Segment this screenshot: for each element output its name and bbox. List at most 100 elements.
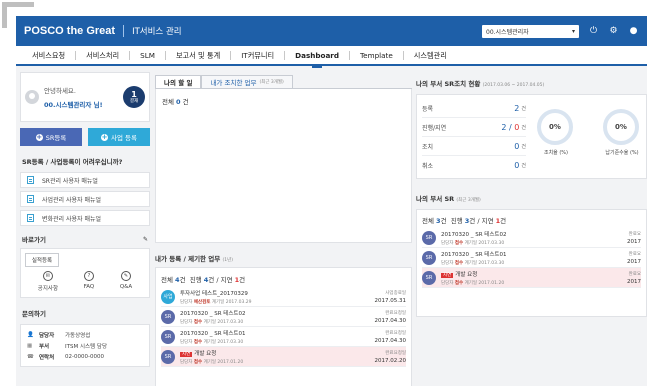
contact-value: ITSM 시스템 담당 bbox=[65, 343, 108, 350]
registered-item[interactable]: SR 20170320 _ SR 테스트01 담당자 접수 계기일 2017.0… bbox=[161, 327, 406, 347]
item-sub: 담당자 접수 계기일 2017.03.30 bbox=[441, 240, 505, 246]
contact-value: 02-0000-0000 bbox=[65, 353, 104, 360]
sr-type-icon: SR bbox=[161, 309, 175, 324]
menu-dashboard[interactable]: Dashboard bbox=[285, 50, 350, 68]
menu-reports[interactable]: 보고서 및 통계 bbox=[166, 50, 232, 60]
document-icon bbox=[27, 176, 34, 184]
stat-row: 취소 0건 bbox=[422, 161, 526, 170]
contact-key: 연락처 bbox=[39, 354, 55, 361]
person-icon: 👤 bbox=[27, 331, 34, 338]
shortcut-qna[interactable]: ✎ Q&A bbox=[120, 271, 132, 292]
item-date: 2017 bbox=[627, 278, 641, 285]
item-status: 완료요청일 bbox=[385, 350, 406, 356]
sr-type-icon: SR bbox=[161, 329, 175, 344]
item-date: 2017.02.20 bbox=[374, 357, 407, 364]
biz-register-button[interactable]: + 사업 등록 bbox=[88, 128, 150, 146]
chevron-down-icon: ▾ bbox=[571, 27, 575, 35]
contact-panel: 👤 담당자 가동상영섭 ▦ 부서 ITSM 시스템 담당 ☎ 연락처 02-00… bbox=[20, 324, 150, 367]
tab-my-done[interactable]: 내가 조치한 업무 (최근 3개월) bbox=[201, 75, 293, 88]
welcome-card: 안녕하세요. 00.시스템관리자 님! 1 결재 bbox=[20, 72, 150, 122]
tab-my-done-note: (최근 3개월) bbox=[259, 80, 284, 85]
menu-service-process[interactable]: 서비스처리 bbox=[76, 50, 131, 60]
sr-type-icon: SR bbox=[422, 270, 436, 285]
menu-slm[interactable]: SLM bbox=[130, 50, 166, 60]
tab-my-done-label: 내가 조치한 업무 bbox=[210, 79, 257, 87]
contact-row: ▦ 부서 ITSM 시스템 담당 bbox=[27, 340, 143, 351]
shortcut-label: Q&A bbox=[119, 284, 133, 290]
item-sub: 담당자 접수 계기일 2017.03.30 bbox=[180, 339, 244, 345]
sr-type-icon: SR bbox=[422, 250, 436, 265]
item-title: 20170320 _ SR 테스트01 bbox=[180, 330, 246, 337]
manual-link-sr[interactable]: SR관리 사용자 매뉴얼 bbox=[20, 172, 150, 188]
manual-link-biz[interactable]: 사업관리 사용자 매뉴얼 bbox=[20, 191, 150, 207]
contact-key: 담당자 bbox=[39, 332, 55, 339]
delay-tag: 지연 bbox=[180, 351, 193, 357]
stat-row: 등록 2건 bbox=[422, 99, 526, 118]
shortcut-label: FAQ bbox=[83, 284, 95, 290]
registered-item[interactable]: SR 20170320 _ SR 테스트02 담당자 접수 계기일 2017.0… bbox=[161, 307, 406, 327]
menu-it-community[interactable]: IT커뮤니티 bbox=[231, 50, 286, 60]
menu-system-admin[interactable]: 시스템관리 bbox=[404, 51, 457, 60]
dept-sr-item[interactable]: SR 20170320 _ SR 테스트02 담당자 접수 계기일 2017.0… bbox=[422, 228, 641, 248]
shortcut-label: 공지사항 bbox=[37, 286, 59, 292]
menu-service-request[interactable]: 서비스요청 bbox=[22, 50, 77, 60]
sr-type-icon: SR bbox=[422, 230, 436, 245]
brand-logo[interactable]: POSCO the Great bbox=[24, 25, 115, 37]
gear-icon[interactable]: ⚙ bbox=[608, 26, 619, 37]
document-icon bbox=[27, 195, 34, 203]
action-rate-gauge: 0% 조치율 (%) bbox=[537, 109, 575, 156]
item-date: 2017 bbox=[627, 258, 641, 265]
item-sub: 담당자 예산검토 계기일 2017.03.29 bbox=[180, 299, 252, 305]
item-title: 지연 개발 요청 bbox=[180, 350, 217, 357]
registered-item[interactable]: SR 지연 개발 요청 담당자 접수 계기일 2017.01.20 완료요청일 2… bbox=[161, 347, 406, 367]
manual-label: SR관리 사용자 매뉴얼 bbox=[42, 177, 98, 185]
item-status: 완료요 bbox=[628, 271, 641, 277]
user-icon[interactable]: ● bbox=[628, 26, 639, 37]
approval-label: 결재 bbox=[129, 98, 139, 104]
item-date: 2017.04.30 bbox=[374, 337, 407, 344]
report-register-button[interactable]: 실적등록 bbox=[25, 253, 59, 267]
registered-summary: 전체 4건 진행 4건 / 지연 1건 bbox=[161, 276, 246, 284]
my-task-total: 전체 0 건 bbox=[162, 98, 189, 106]
dept-sr-item[interactable]: SR 지연 개발 요청 담당자 접수 계기일 2017.01.20 완료요 201… bbox=[422, 268, 641, 288]
dept-sr-summary: 전체 3건 진행 3건 / 지연 1건 bbox=[422, 217, 507, 225]
registered-title: 내가 등록 / 제기한 업무 (1년) bbox=[155, 255, 234, 263]
dept-sr-item[interactable]: SR 20170320 _ SR 테스트01 담당자 접수 계기일 2017.0… bbox=[422, 248, 641, 268]
shortcut-notice[interactable]: ✉ 공지사항 bbox=[38, 271, 58, 292]
stat-row: 조치 0건 bbox=[422, 137, 526, 156]
menu-template[interactable]: Template bbox=[350, 50, 404, 60]
biz-register-label: 사업 등록 bbox=[111, 134, 137, 142]
phone-icon: ☎ bbox=[27, 353, 34, 360]
document-icon bbox=[27, 214, 34, 222]
megaphone-icon: ✉ bbox=[42, 271, 53, 281]
chat-icon: ✎ bbox=[121, 271, 131, 281]
item-title: 지연 개발 요청 bbox=[441, 271, 478, 278]
item-status: 완료요 bbox=[628, 251, 641, 257]
system-name: IT서비스 관리 bbox=[132, 27, 182, 37]
right-panel: 나의 부서 SR조치 현황 (2017.03.06 ~ 2017.04.05) … bbox=[416, 78, 647, 386]
manual-section-title: SR등록 / 사업등록이 어려우십니까? bbox=[22, 158, 123, 166]
item-status: 완료요청일 bbox=[385, 330, 406, 336]
registered-item[interactable]: 사업 투자사업 테스트_20170329 담당자 예산검토 계기일 2017.0… bbox=[161, 287, 406, 307]
delay-tag: 지연 bbox=[441, 272, 454, 278]
pencil-icon[interactable]: ✎ bbox=[143, 236, 148, 243]
sr-register-button[interactable]: + SR등록 bbox=[20, 128, 82, 146]
power-icon[interactable]: ⏻ bbox=[588, 26, 599, 37]
user-select[interactable]: 00.시스템관리자 ▾ bbox=[482, 24, 579, 38]
manual-link-change[interactable]: 변화관리 사용자 매뉴얼 bbox=[20, 210, 150, 226]
item-sub: 담당자 접수 계기일 2017.01.20 bbox=[180, 359, 244, 365]
plus-icon: + bbox=[35, 132, 43, 141]
shortcut-title: 바로가기 bbox=[22, 236, 46, 244]
brand-divider bbox=[123, 25, 125, 37]
approval-badge[interactable]: 1 결재 bbox=[123, 86, 145, 108]
my-task-panel: 전체 0 건 bbox=[155, 89, 412, 243]
top-bar: POSCO the Great IT서비스 관리 00.시스템관리자 ▾ ⏻ ⚙… bbox=[16, 16, 647, 46]
tab-my-task[interactable]: 나의 할 일 bbox=[155, 75, 202, 88]
dept-status-card: 등록 2건 진행/지연 2 / 0건 조치 0건 취소 0건 0% 조치율 (%… bbox=[416, 94, 647, 179]
question-icon: ? bbox=[83, 271, 94, 281]
shortcut-faq[interactable]: ? FAQ bbox=[83, 271, 95, 292]
greeting: 안녕하세요. bbox=[44, 87, 76, 95]
item-status: 사업종료일 bbox=[385, 290, 406, 296]
contact-row: 👤 담당자 가동상영섭 bbox=[27, 329, 143, 340]
stat-row: 진행/지연 2 / 0건 bbox=[422, 118, 526, 137]
